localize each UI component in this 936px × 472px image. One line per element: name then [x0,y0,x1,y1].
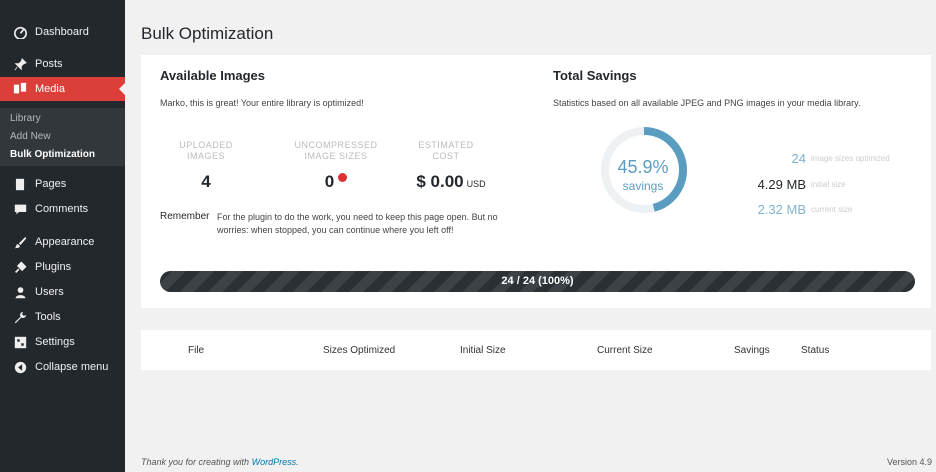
media-icon [12,81,28,97]
wrench-icon [12,309,28,325]
column-header-status: Status [801,345,830,356]
initial-size-value: 4.29 MB [757,177,806,192]
images-optimized-value: 24 [791,151,806,166]
progress-label: 24 / 24 (100%) [501,275,574,287]
uncompressed-sizes-label: UNCOMPRESSED IMAGE SIZES [294,140,378,161]
user-icon [12,284,28,300]
estimated-cost-label: ESTIMATED COST [418,140,474,161]
sidebar-item-appearance[interactable]: Appearance [0,230,125,254]
submenu-library[interactable]: Library [10,113,41,124]
sidebar-item-label: Pages [35,178,67,190]
collapse-icon [12,359,28,375]
page-title: Bulk Optimization [141,24,274,43]
brush-icon [12,234,28,250]
footer-thanks: Thank you for creating with WordPress. [141,457,299,467]
column-header-sizes-optimized: Sizes Optimized [323,345,396,356]
library-status-message: Marko, this is great! Your entire librar… [160,98,364,108]
column-header-savings: Savings [734,345,770,356]
savings-percent: 45.9% [617,157,669,177]
sidebar-item-label: Appearance [35,236,95,248]
estimated-cost-value: $ 0.00 USD [416,172,486,191]
uploaded-images-label: UPLOADED IMAGES [179,140,233,161]
savings-caption: savings [622,179,664,193]
wordpress-link[interactable]: WordPress [252,457,297,467]
total-savings-description: Statistics based on all available JPEG a… [553,98,861,108]
uncompressed-sizes-count: 0 [281,172,391,192]
sidebar-item-comments[interactable]: Comments [0,197,125,221]
total-savings-heading: Total Savings [553,68,637,83]
sidebar-item-label: Dashboard [35,26,89,38]
current-size-value: 2.32 MB [757,202,806,217]
sidebar-item-label: Settings [35,336,75,348]
settings-icon [12,334,28,350]
submenu-add-new[interactable]: Add New [10,131,51,142]
sidebar-item-label: Plugins [35,261,72,273]
collapse-menu-button[interactable]: Collapse menu [0,355,125,379]
remember-text: For the plugin to do the work, you need … [217,212,498,235]
plugin-icon [12,259,28,275]
column-header-current-size: Current Size [597,345,653,356]
sidebar-item-label: Users [35,286,64,298]
dashboard-icon [12,24,28,40]
sidebar-item-label: Tools [35,311,61,323]
footer-version: Version 4.9 [886,457,932,467]
sidebar-item-posts[interactable]: Posts [0,52,125,76]
sidebar-item-tools[interactable]: Tools [0,305,125,329]
sidebar-item-label: Comments [35,203,89,215]
sidebar-item-label: Media [35,83,65,95]
current-size-label: current size [811,205,853,214]
bulk-optimization-panel: Available Images Marko, this is great! Y… [141,55,931,308]
remember-label: Remember [160,211,210,222]
warning-icon [338,173,348,182]
initial-size-row: 4.29 MB initial size [711,177,911,193]
available-images-heading: Available Images [160,68,266,83]
sidebar-item-plugins[interactable]: Plugins [0,255,125,279]
uploaded-images-count: 4 [201,172,211,191]
sidebar-item-media[interactable]: Media [0,77,125,101]
sidebar-item-label: Collapse menu [35,361,109,373]
current-size-row: 2.32 MB current size [711,202,911,218]
savings-donut-label: 45.9% savings [593,157,693,193]
submenu-bulk-optimization[interactable]: Bulk Optimization [10,149,95,160]
admin-sidebar: Dashboard Posts Media Library Add New Bu… [0,0,125,472]
media-submenu: Library Add New Bulk Optimization [0,108,125,166]
initial-size-label: initial size [811,180,846,189]
pin-icon [12,56,28,72]
images-optimized-row: 24 image sizes optimized [711,151,911,167]
comment-icon [12,201,28,217]
images-optimized-label: image sizes optimized [811,154,890,163]
pages-icon [12,176,28,192]
optimization-progress-bar: 24 / 24 (100%) [160,271,915,292]
sidebar-item-users[interactable]: Users [0,280,125,304]
sidebar-item-dashboard[interactable]: Dashboard [0,20,125,44]
sidebar-item-settings[interactable]: Settings [0,330,125,354]
column-header-file: File [188,345,205,356]
sidebar-item-pages[interactable]: Pages [0,172,125,196]
column-header-initial-size: Initial Size [460,345,506,356]
sidebar-item-label: Posts [35,58,63,70]
